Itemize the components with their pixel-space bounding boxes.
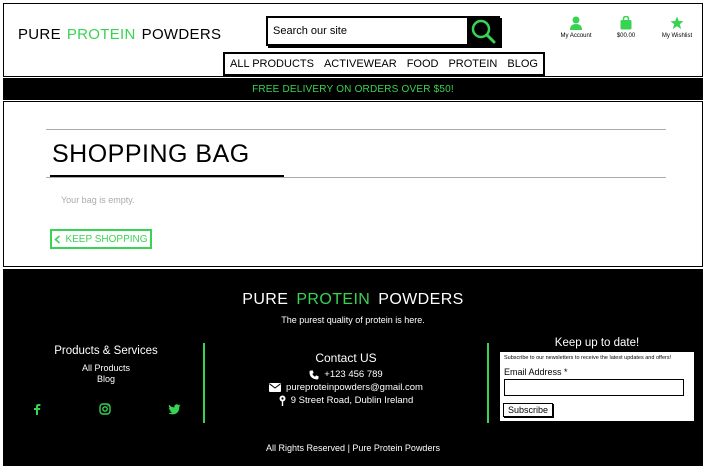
contact-phone[interactable]: +123 456 789 bbox=[211, 368, 481, 381]
footer-tagline: The purest quality of protein is here. bbox=[281, 315, 425, 325]
footer-link-blog[interactable]: Blog bbox=[33, 374, 179, 385]
logo-word-pure: PURE bbox=[18, 26, 61, 43]
footer-divider-right bbox=[487, 343, 489, 423]
footer-logo[interactable]: PURE PROTEIN POWDERS bbox=[3, 291, 703, 309]
contact-email-text: pureproteinpowders@gmail.com bbox=[286, 382, 423, 393]
email-label: Email Address * bbox=[504, 367, 568, 377]
empty-bag-message: Your bag is empty. bbox=[61, 195, 135, 205]
nav-activewear[interactable]: ACTIVEWEAR bbox=[324, 58, 397, 70]
my-account-label: My Account bbox=[560, 33, 592, 39]
title-underline bbox=[50, 175, 284, 177]
search-icon bbox=[471, 19, 495, 44]
logo-word-powders: POWDERS bbox=[141, 26, 222, 43]
footer-logo-word-pure: PURE bbox=[242, 291, 289, 308]
contact-address-text: 9 Street Road, Dublin Ireland bbox=[290, 395, 414, 406]
contact-email[interactable]: pureproteinpowders@gmail.com bbox=[211, 381, 481, 394]
subscribe-button[interactable]: Subscribe bbox=[503, 403, 554, 417]
contact-heading: Contact US bbox=[315, 351, 377, 365]
phone-icon bbox=[309, 370, 319, 379]
footer-link-all-products[interactable]: All Products bbox=[33, 363, 179, 374]
search-button[interactable] bbox=[467, 18, 498, 44]
products-services-heading: Products & Services bbox=[54, 345, 158, 357]
footer-logo-word-protein: PROTEIN bbox=[296, 291, 371, 308]
site-header: PURE PROTEIN POWDERS My Account $00.00 My … bbox=[3, 3, 703, 77]
user-icon bbox=[570, 16, 582, 30]
page-title: SHOPPING BAG bbox=[52, 140, 250, 168]
nav-blog[interactable]: BLOG bbox=[507, 58, 538, 70]
facebook-icon[interactable] bbox=[33, 402, 41, 420]
social-links bbox=[27, 402, 187, 420]
contact-phone-text: +123 456 789 bbox=[324, 369, 383, 380]
shopping-bag-link[interactable]: $00.00 bbox=[601, 16, 651, 39]
nav-food[interactable]: FOOD bbox=[407, 58, 439, 70]
logo[interactable]: PURE PROTEIN POWDERS bbox=[18, 26, 227, 43]
contact-address: 9 Street Road, Dublin Ireland bbox=[211, 394, 481, 407]
my-account-link[interactable]: My Account bbox=[551, 16, 601, 39]
newsletter-form: Subscribe to our newsletters to receive … bbox=[499, 351, 695, 422]
products-services-column: Products & Services All Products Blog bbox=[33, 345, 179, 385]
divider-bottom bbox=[46, 177, 666, 178]
bag-total: $00.00 bbox=[616, 33, 636, 39]
map-pin-icon bbox=[279, 395, 286, 406]
search-input[interactable] bbox=[268, 18, 467, 44]
newsletter-description: Subscribe to our newsletters to receive … bbox=[504, 355, 672, 361]
my-wishlist-label: My Wishlist bbox=[661, 33, 693, 39]
delivery-banner: FREE DELIVERY ON ORDERS OVER $50! bbox=[3, 78, 703, 100]
instagram-icon[interactable] bbox=[98, 402, 111, 420]
keep-shopping-button[interactable]: KEEP SHOPPING bbox=[50, 229, 152, 249]
main-nav: ALL PRODUCTS ACTIVEWEAR FOOD PROTEIN BLO… bbox=[223, 52, 545, 76]
main-content: SHOPPING BAG Your bag is empty. KEEP SHO… bbox=[3, 101, 703, 267]
keep-shopping-label: KEEP SHOPPING bbox=[65, 233, 148, 245]
search-form bbox=[266, 16, 500, 46]
copyright: All Rights Reserved | Pure Protein Powde… bbox=[266, 443, 440, 453]
footer-logo-word-powders: POWDERS bbox=[378, 291, 464, 308]
chevron-left-icon bbox=[54, 234, 61, 244]
shopping-bag-icon bbox=[620, 16, 632, 30]
nav-protein[interactable]: PROTEIN bbox=[448, 58, 497, 70]
email-field[interactable] bbox=[504, 379, 684, 396]
star-icon bbox=[670, 16, 684, 29]
nav-all-products[interactable]: ALL PRODUCTS bbox=[230, 58, 314, 70]
footer-divider-left bbox=[203, 343, 205, 423]
newsletter-heading: Keep up to date! bbox=[554, 337, 640, 349]
logo-word-protein: PROTEIN bbox=[66, 26, 136, 43]
site-footer: PURE PROTEIN POWDERS The purest quality of… bbox=[3, 269, 703, 466]
contact-column: Contact US +123 456 789 pureproteinpowde… bbox=[211, 351, 481, 407]
twitter-icon[interactable] bbox=[168, 402, 181, 420]
newsletter-column: Keep up to date! Subscribe to our newsle… bbox=[499, 337, 695, 422]
divider-top bbox=[46, 129, 666, 130]
envelope-icon bbox=[269, 383, 282, 392]
my-wishlist-link[interactable]: My Wishlist bbox=[652, 16, 702, 39]
